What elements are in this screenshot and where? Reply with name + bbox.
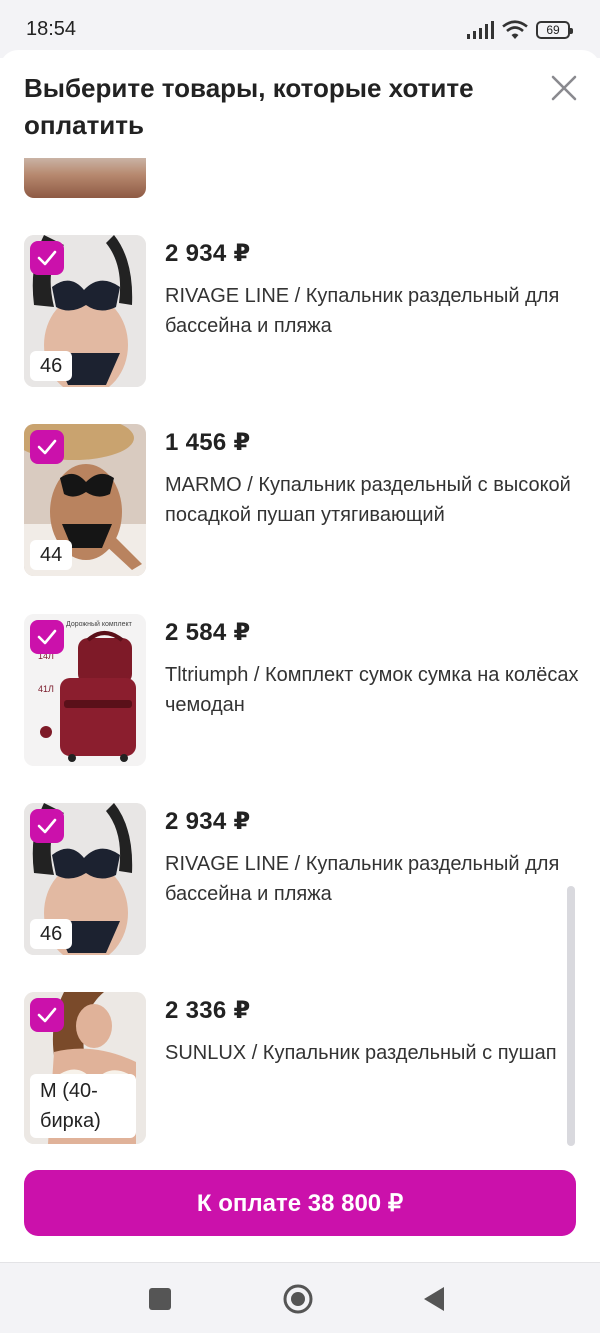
product-item[interactable]: M (40-бирка) 2 336 ₽ SUNLUX / Купальник … [24, 992, 584, 1144]
product-price: 2 934 ₽ [165, 808, 251, 835]
product-list[interactable]: 46 2 934 ₽ RIVAGE LINE / Купальник разде… [0, 158, 600, 1158]
checkbox-checked[interactable] [30, 241, 64, 275]
product-name: MARMO / Купальник раздельный с высокой п… [165, 474, 571, 526]
check-icon [37, 629, 57, 645]
check-icon [37, 818, 57, 834]
status-icons: 69 [466, 16, 573, 44]
checkbox-checked[interactable] [30, 998, 64, 1032]
product-image: 46 [24, 803, 146, 955]
size-badge: 46 [30, 351, 73, 381]
recent-apps-icon [149, 1288, 171, 1310]
checkbox-checked[interactable] [30, 809, 64, 843]
product-price: 2 934 ₽ [165, 240, 251, 267]
product-image: 44 [24, 424, 146, 576]
scrollbar[interactable] [567, 886, 575, 1146]
dialog-title: Выберите товары, которые хотите оплатить [24, 73, 474, 140]
product-image: M (40-бирка) [24, 992, 146, 1144]
product-price: 2 336 ₽ [165, 997, 251, 1024]
product-price: 1 456 ₽ [165, 429, 251, 456]
home-icon [283, 1284, 313, 1314]
system-nav-bar [0, 1262, 600, 1333]
close-icon [551, 75, 577, 101]
product-item[interactable]: 44 1 456 ₽ MARMO / Купальник раздельный … [24, 424, 584, 576]
image-caption: Дорожный комплект [66, 620, 133, 628]
check-icon [37, 1007, 57, 1023]
back-button[interactable] [414, 1279, 454, 1319]
product-item[interactable]: Дорожный комплект 14Л 41Л 2 584 ₽ Tltriu… [24, 614, 584, 766]
back-icon [424, 1287, 444, 1311]
size-badge: 46 [30, 919, 73, 949]
product-name: SUNLUX / Купальник раздельный с пушап [165, 1042, 557, 1064]
product-thumbnail-partial [24, 158, 146, 198]
pay-button[interactable]: К оплате 38 800 ₽ [24, 1170, 576, 1236]
check-icon [37, 250, 57, 266]
checkbox-checked[interactable] [30, 620, 64, 654]
wifi-icon [502, 20, 528, 39]
image-label: 41Л [38, 684, 54, 694]
product-item[interactable]: 46 2 934 ₽ RIVAGE LINE / Купальник разде… [24, 803, 584, 955]
product-price: 2 584 ₽ [165, 619, 251, 646]
product-image: Дорожный комплект 14Л 41Л [24, 614, 146, 766]
product-item[interactable]: 46 2 934 ₽ RIVAGE LINE / Купальник разде… [24, 235, 584, 387]
product-name: RIVAGE LINE / Купальник раздельный для б… [165, 853, 560, 905]
size-badge: M (40-бирка) [30, 1074, 136, 1138]
status-time: 18:54 [26, 18, 77, 40]
close-button[interactable] [546, 70, 582, 106]
product-image: 46 [24, 235, 146, 387]
product-name: RIVAGE LINE / Купальник раздельный для б… [165, 285, 560, 337]
home-button[interactable] [278, 1279, 318, 1319]
product-name: Tltriumph / Комплект сумок сумка на колё… [165, 664, 579, 716]
signal-icon [467, 21, 494, 39]
battery-icon: 69 [536, 21, 573, 39]
size-badge: 44 [30, 540, 73, 570]
check-icon [37, 439, 57, 455]
recent-apps-button[interactable] [140, 1279, 180, 1319]
checkbox-checked[interactable] [30, 430, 64, 464]
